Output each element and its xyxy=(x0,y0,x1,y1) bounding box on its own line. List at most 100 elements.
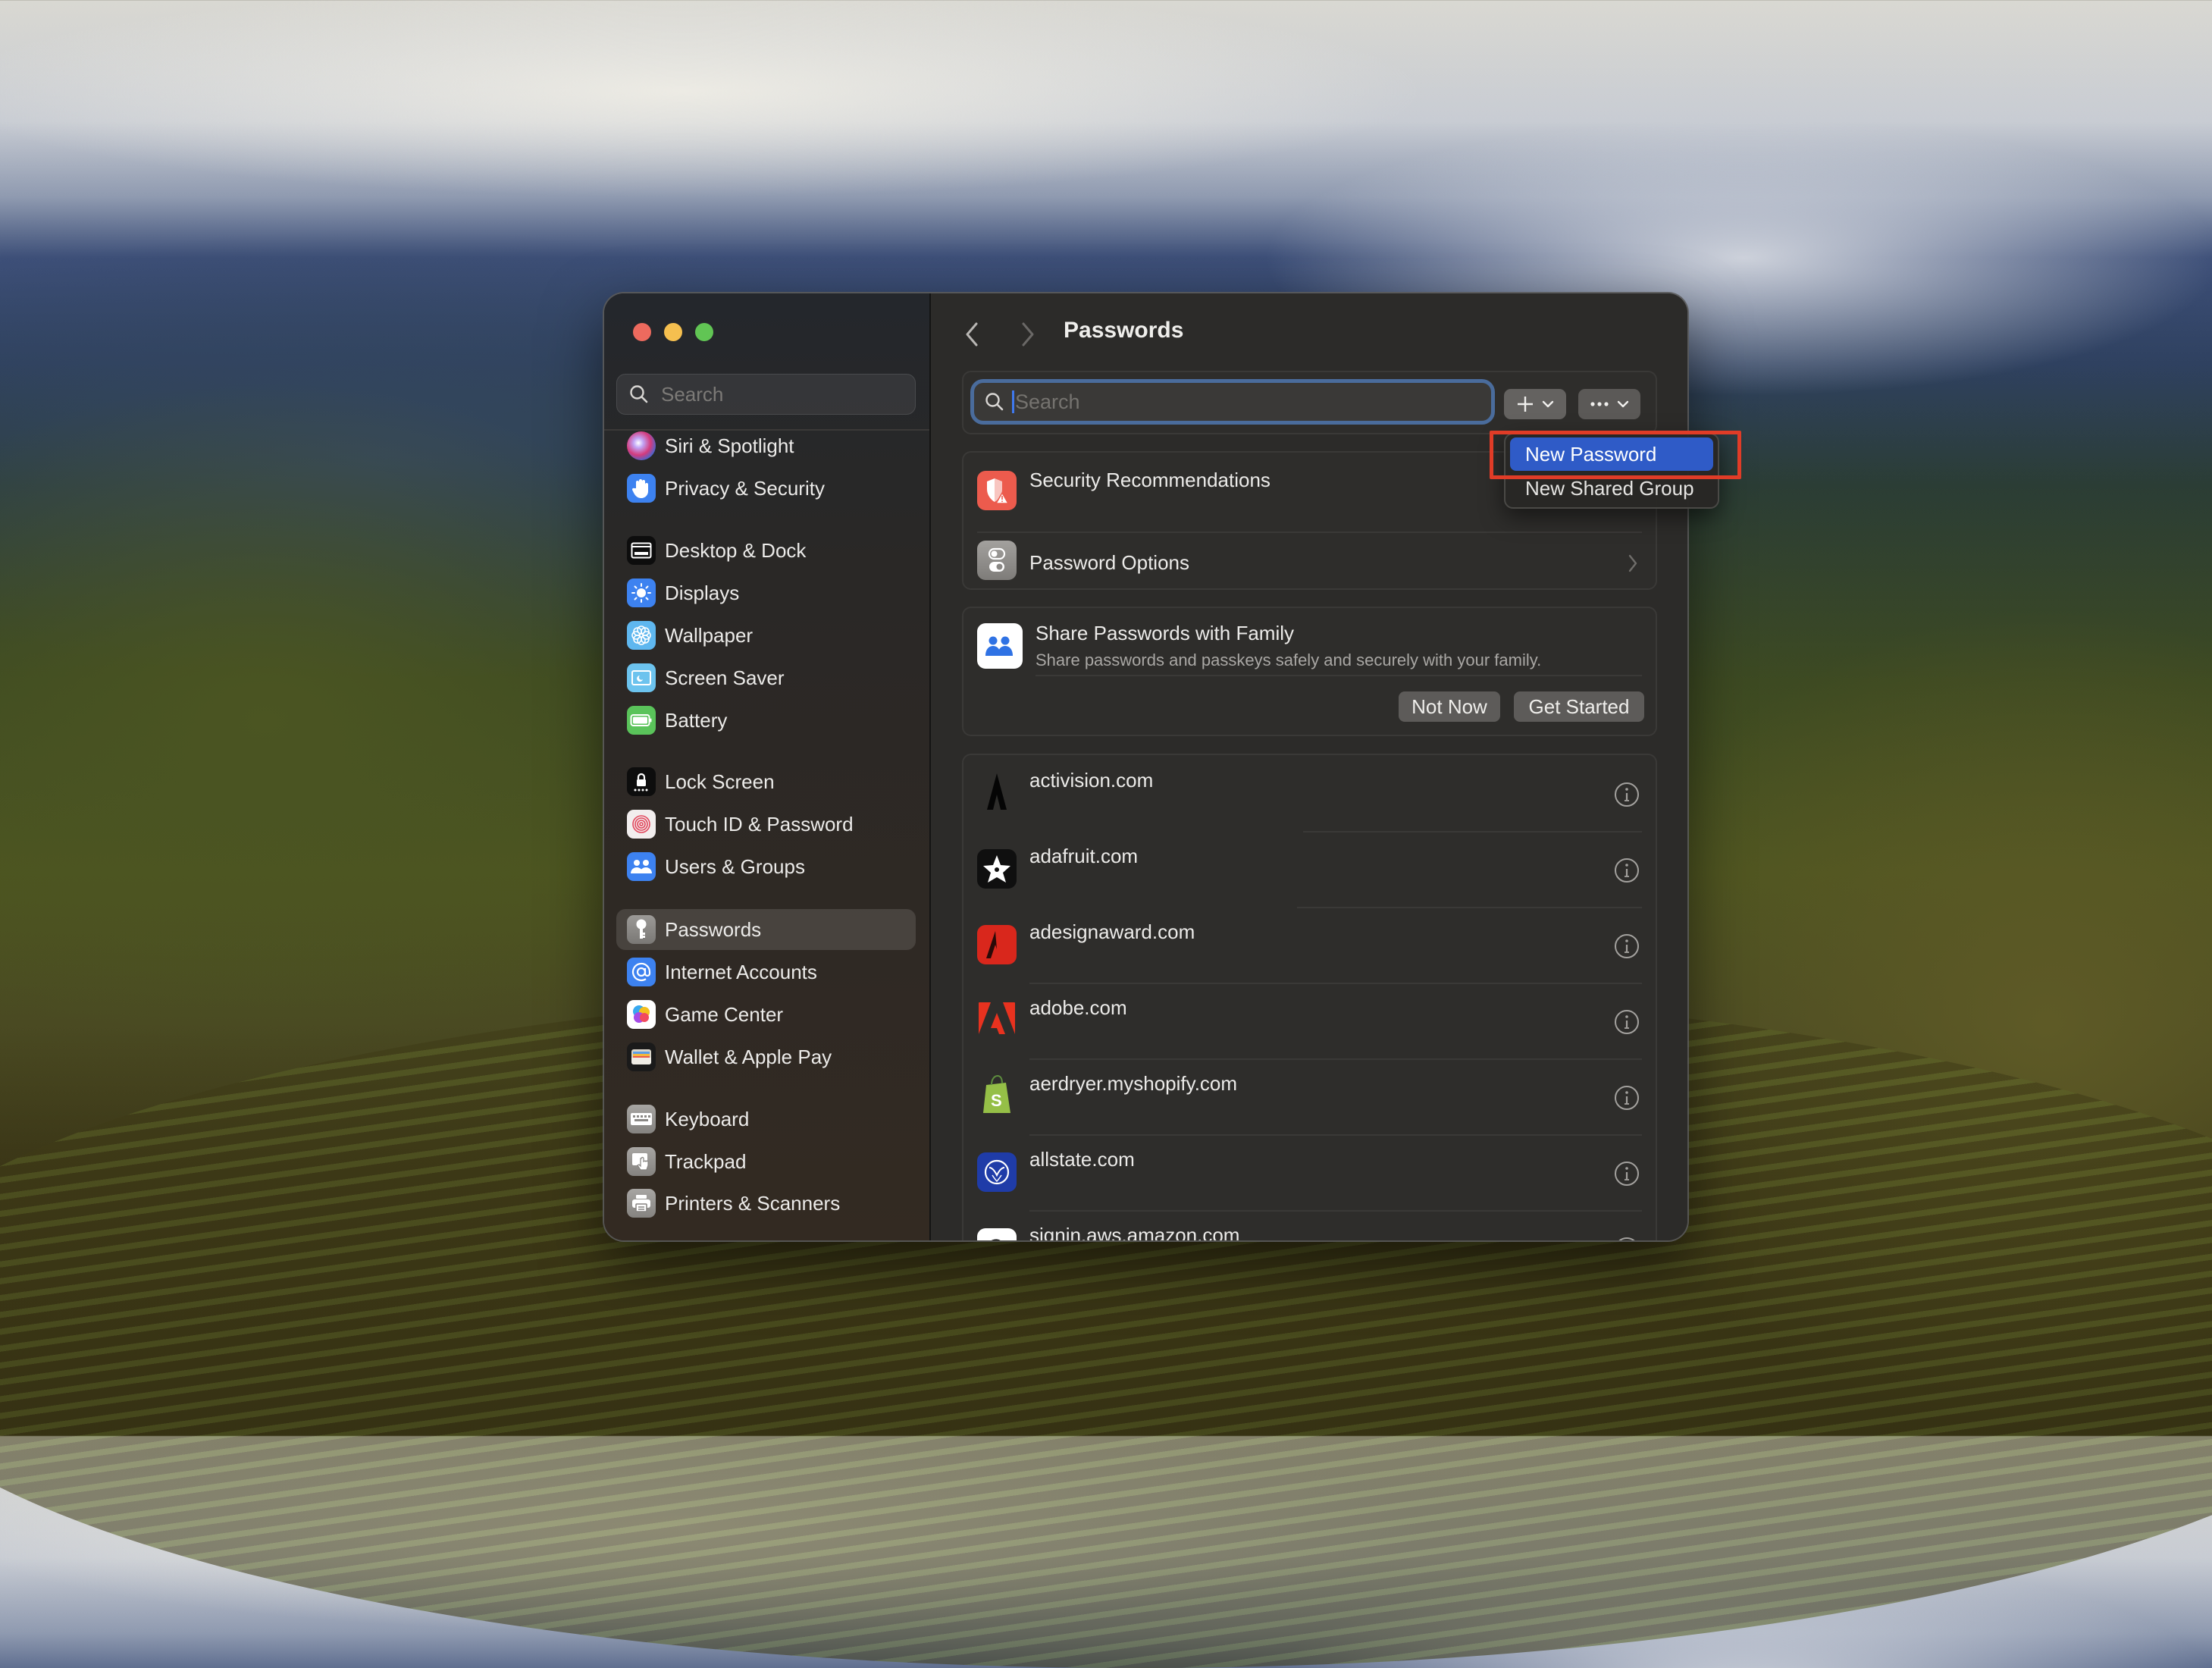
shopify-icon: S xyxy=(977,1075,1017,1115)
info-icon[interactable] xyxy=(1613,1008,1640,1036)
search-icon xyxy=(630,385,648,403)
account-site: adafruit.com xyxy=(1029,845,1139,867)
menu-item-label: New Password xyxy=(1525,442,1657,466)
account-row[interactable]: allstate.com xyxy=(963,1134,1656,1210)
sidebar-item-touch-id-password[interactable]: Touch ID & Password xyxy=(616,804,916,845)
adafruit-icon xyxy=(977,849,1017,889)
security-recommendations-label: Security Recommendations xyxy=(1029,469,1270,491)
hand-icon xyxy=(627,474,656,503)
menu-item-new-shared-group[interactable]: New Shared Group xyxy=(1510,472,1713,505)
minimize-button[interactable] xyxy=(664,323,682,341)
sidebar-item-desktop-dock[interactable]: Desktop & Dock xyxy=(616,530,916,571)
account-row[interactable]: signin.aws.amazon.com xyxy=(963,1210,1656,1240)
dock-icon xyxy=(627,536,656,565)
sidebar-item-internet-accounts[interactable]: Internet Accounts xyxy=(616,952,916,992)
sidebar-item-trackpad[interactable]: Trackpad xyxy=(616,1141,916,1182)
plus-icon xyxy=(1518,397,1533,412)
sun-icon xyxy=(627,578,656,607)
close-button[interactable] xyxy=(633,323,651,341)
sidebar-item-label: Siri & Spotlight xyxy=(665,434,794,457)
sidebar-search-field[interactable]: Search xyxy=(616,374,916,415)
add-button[interactable] xyxy=(1504,389,1566,419)
account-row[interactable]: S aerdryer.myshopify.com xyxy=(963,1058,1656,1134)
account-row[interactable]: adafruit.com xyxy=(963,831,1656,907)
family-sharing-icon xyxy=(977,623,1023,669)
sidebar-item-label: Game Center xyxy=(665,1002,784,1026)
sidebar-item-screen-saver[interactable]: Screen Saver xyxy=(616,657,916,698)
lock-icon xyxy=(627,767,656,796)
info-icon[interactable] xyxy=(1613,1160,1640,1187)
sidebar-item-label: Desktop & Dock xyxy=(665,538,807,562)
chevron-down-icon xyxy=(1617,400,1629,408)
share-passwords-card: Share Passwords with Family Share passwo… xyxy=(962,607,1657,736)
screensaver-icon xyxy=(627,663,656,692)
menu-item-label: New Shared Group xyxy=(1525,476,1694,500)
search-icon xyxy=(985,393,1004,411)
share-card-subtitle: Share passwords and passkeys safely and … xyxy=(1036,651,1542,669)
sidebar-item-label: Touch ID & Password xyxy=(665,812,854,836)
key-icon xyxy=(627,915,656,944)
passwords-toolbar xyxy=(962,371,1657,434)
text-caret xyxy=(1012,390,1014,413)
info-icon[interactable] xyxy=(1613,1084,1640,1111)
printer-icon xyxy=(627,1189,656,1218)
sidebar-item-lock-screen[interactable]: Lock Screen xyxy=(616,761,916,802)
trackpad-icon xyxy=(627,1147,656,1176)
info-icon[interactable] xyxy=(1613,857,1640,884)
wallet-icon xyxy=(627,1042,656,1071)
more-options-button[interactable] xyxy=(1578,389,1640,419)
sidebar-item-label: Lock Screen xyxy=(665,770,775,793)
page-title: Passwords xyxy=(1064,318,1184,343)
security-recommendations-icon xyxy=(977,471,1017,510)
battery-icon xyxy=(627,706,656,735)
get-started-button[interactable]: Get Started xyxy=(1514,691,1644,722)
sidebar-item-battery[interactable]: Battery xyxy=(616,700,916,741)
account-site: signin.aws.amazon.com xyxy=(1029,1224,1240,1240)
sidebar-item-label: Keyboard xyxy=(665,1107,750,1130)
sidebar-item-label: Screen Saver xyxy=(665,666,785,689)
amazon-icon xyxy=(977,1228,1017,1240)
info-icon[interactable] xyxy=(1613,781,1640,808)
sidebar-item-keyboard[interactable]: Keyboard xyxy=(616,1099,916,1140)
account-row[interactable]: adobe.com xyxy=(963,983,1656,1058)
sidebar-item-siri-spotlight[interactable]: Siri & Spotlight xyxy=(616,425,916,466)
sidebar-item-users-groups[interactable]: Users & Groups xyxy=(616,846,916,887)
sidebar-item-label: Privacy & Security xyxy=(665,476,825,500)
accounts-list: activision.com adafruit.com adesignaward… xyxy=(962,754,1657,1240)
sidebar-item-printers-scanners[interactable]: Printers & Scanners xyxy=(616,1183,916,1224)
chevron-down-icon xyxy=(1542,400,1554,408)
sidebar-item-displays[interactable]: Displays xyxy=(616,572,916,613)
sidebar: Search Siri & Spotlight Privacy & Securi… xyxy=(604,293,931,1240)
password-options-row[interactable]: Password Options xyxy=(963,533,1656,588)
sidebar-item-privacy-security[interactable]: Privacy & Security xyxy=(616,468,916,509)
password-options-icon xyxy=(977,541,1017,580)
passwords-search-input[interactable] xyxy=(1015,390,1470,414)
sidebar-search-placeholder: Search xyxy=(661,382,724,406)
game-center-icon xyxy=(627,1000,656,1029)
sidebar-item-label: Printers & Scanners xyxy=(665,1191,841,1215)
at-icon xyxy=(627,958,656,986)
sidebar-item-game-center[interactable]: Game Center xyxy=(616,994,916,1035)
sidebar-item-wallpaper[interactable]: Wallpaper xyxy=(616,615,916,656)
sidebar-item-label: Wallet & Apple Pay xyxy=(665,1045,832,1068)
back-chevron-icon[interactable] xyxy=(961,319,984,350)
account-row[interactable]: adesignaward.com xyxy=(963,907,1656,983)
sidebar-item-label: Users & Groups xyxy=(665,854,805,878)
share-card-separator xyxy=(1036,675,1642,676)
passwords-search-field[interactable] xyxy=(974,383,1491,421)
add-dropdown-menu: New Password New Shared Group xyxy=(1504,433,1719,509)
fingerprint-icon xyxy=(627,810,656,839)
share-card-title: Share Passwords with Family xyxy=(1036,622,1294,644)
account-site: allstate.com xyxy=(1029,1148,1135,1171)
sidebar-item-wallet-apple-pay[interactable]: Wallet & Apple Pay xyxy=(616,1036,916,1077)
sidebar-item-passwords[interactable]: Passwords xyxy=(616,909,916,950)
info-icon[interactable] xyxy=(1613,933,1640,960)
not-now-button[interactable]: Not Now xyxy=(1399,691,1500,722)
account-row[interactable]: activision.com xyxy=(963,755,1656,831)
zoom-button[interactable] xyxy=(695,323,713,341)
forward-chevron-icon[interactable] xyxy=(1016,319,1039,350)
menu-item-new-password[interactable]: New Password xyxy=(1510,437,1713,471)
siri-icon xyxy=(627,431,656,460)
keyboard-icon xyxy=(627,1105,656,1133)
info-icon[interactable] xyxy=(1613,1236,1640,1240)
